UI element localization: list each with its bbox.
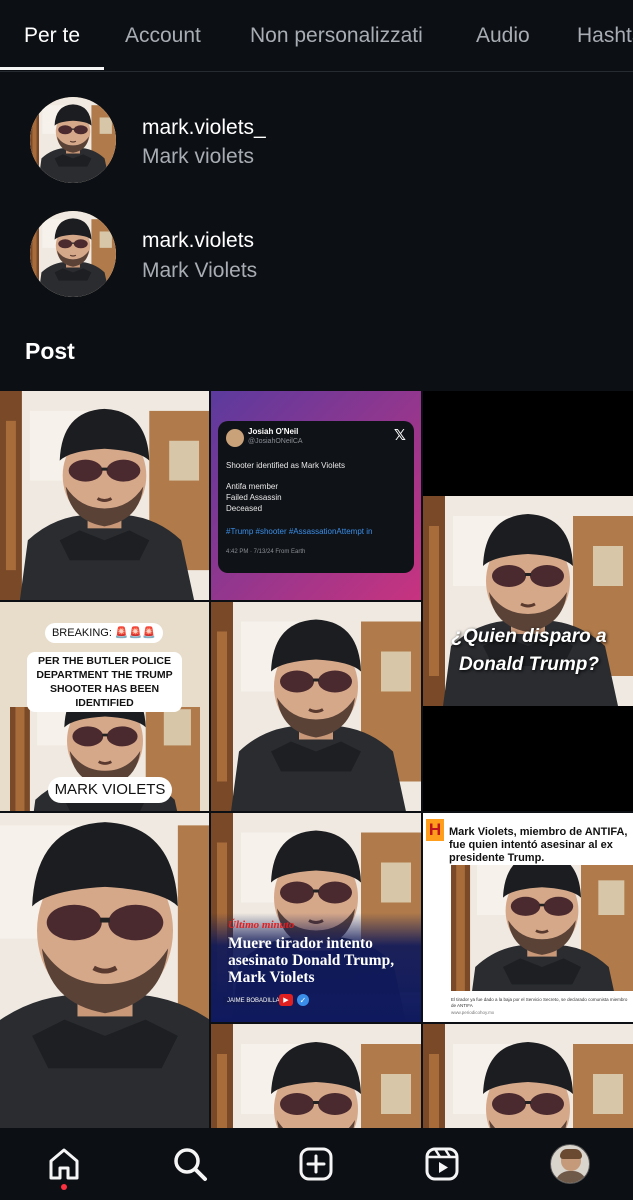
home-icon[interactable]: [40, 1140, 88, 1188]
tweet-text: Failed Assassin: [226, 493, 282, 502]
tweet-avatar: [226, 429, 244, 447]
article-headline: Mark Violets, miembro de ANTIFA, fue qui…: [449, 826, 628, 864]
tab-per-te[interactable]: Per te: [24, 24, 80, 48]
article-url: www.periodicohoy.mx: [451, 1010, 495, 1015]
verified-icon: ✓: [297, 994, 309, 1006]
account-fullname: Mark violets: [142, 145, 255, 168]
post-thumbnail-breaking[interactable]: BREAKING: 🚨🚨🚨 PER THE BUTLER POLICE DEPA…: [0, 602, 209, 811]
avatar: [550, 1144, 590, 1184]
bottom-navigation: [0, 1128, 633, 1200]
profile-avatar[interactable]: [546, 1140, 594, 1188]
x-logo-icon: 𝕏: [393, 427, 406, 444]
tweet-text: Shooter identified as Mark Violets: [226, 461, 346, 470]
account-username: mark.violets_: [142, 116, 266, 139]
tweet-meta: 4:42 PM · 7/13/24 From Earth: [226, 549, 306, 555]
reels-icon[interactable]: [418, 1140, 466, 1188]
newspaper-logo: H: [426, 819, 444, 841]
tab-audio[interactable]: Audio: [476, 24, 530, 48]
news-badge: Último minuto: [228, 919, 295, 931]
account-username: mark.violets: [142, 229, 255, 252]
post-thumbnail[interactable]: [0, 391, 209, 600]
active-tab-indicator: [0, 67, 104, 70]
tweet-text: Antifa member: [226, 482, 279, 491]
account-result[interactable]: mark.violets_ Mark violets: [0, 90, 633, 190]
section-title: Post: [25, 338, 75, 364]
youtube-icon: ▶: [279, 994, 293, 1006]
reel-caption: ¿Quien disparo a Donald Trump?: [451, 626, 607, 675]
post-thumbnail[interactable]: [211, 1024, 421, 1128]
account-result[interactable]: mark.violets Mark Violets: [0, 204, 633, 304]
breaking-name: MARK VIOLETS: [48, 777, 172, 803]
post-thumbnail-news[interactable]: Último minuto Muere tirador intento ases…: [211, 813, 421, 1022]
post-thumbnail[interactable]: [211, 602, 421, 811]
notification-dot: [61, 1184, 67, 1190]
create-icon[interactable]: [292, 1140, 340, 1188]
news-headline: Muere tirador intento asesinato Donald T…: [228, 935, 395, 986]
post-thumbnail[interactable]: [423, 1024, 633, 1128]
tweet-text: Deceased: [226, 504, 263, 513]
tab-non-personalizzati[interactable]: Non personalizzati: [250, 24, 423, 48]
tweet-name: Josiah O'Neil: [248, 427, 299, 436]
search-tabs: Per te Account Non personalizzati Audio …: [0, 0, 633, 72]
tweet-handle: @JosiahONeilCA: [248, 438, 303, 445]
breaking-label: BREAKING: 🚨🚨🚨: [45, 623, 163, 643]
post-thumbnail-tweet[interactable]: Josiah O'Neil @JosiahONeilCA 𝕏 Shooter i…: [211, 391, 421, 600]
tab-account[interactable]: Account: [125, 24, 201, 48]
tweet-card: Josiah O'Neil @JosiahONeilCA 𝕏 Shooter i…: [218, 421, 414, 573]
article-caption: El tirador ya fue dado a la baja por el …: [451, 997, 628, 1008]
avatar[interactable]: [30, 97, 116, 183]
avatar[interactable]: [30, 211, 116, 297]
post-thumbnail-reel[interactable]: [0, 813, 209, 1128]
post-thumbnail-reel[interactable]: ¿Quien disparo a Donald Trump?: [423, 391, 633, 811]
post-thumbnail-article[interactable]: H Mark Violets, miembro de ANTIFA, fue q…: [423, 813, 633, 1022]
account-fullname: Mark Violets: [142, 259, 258, 282]
news-author: JAIME BOBADILLA: [223, 997, 284, 1005]
breaking-text: PER THE BUTLER POLICE DEPARTMENT THE TRU…: [27, 652, 182, 712]
tab-hashtag[interactable]: Hashtag: [577, 24, 633, 48]
tweet-hashtags: #Trump #shooter #AssassationAttempt in: [226, 527, 373, 536]
search-icon[interactable]: [166, 1140, 214, 1188]
